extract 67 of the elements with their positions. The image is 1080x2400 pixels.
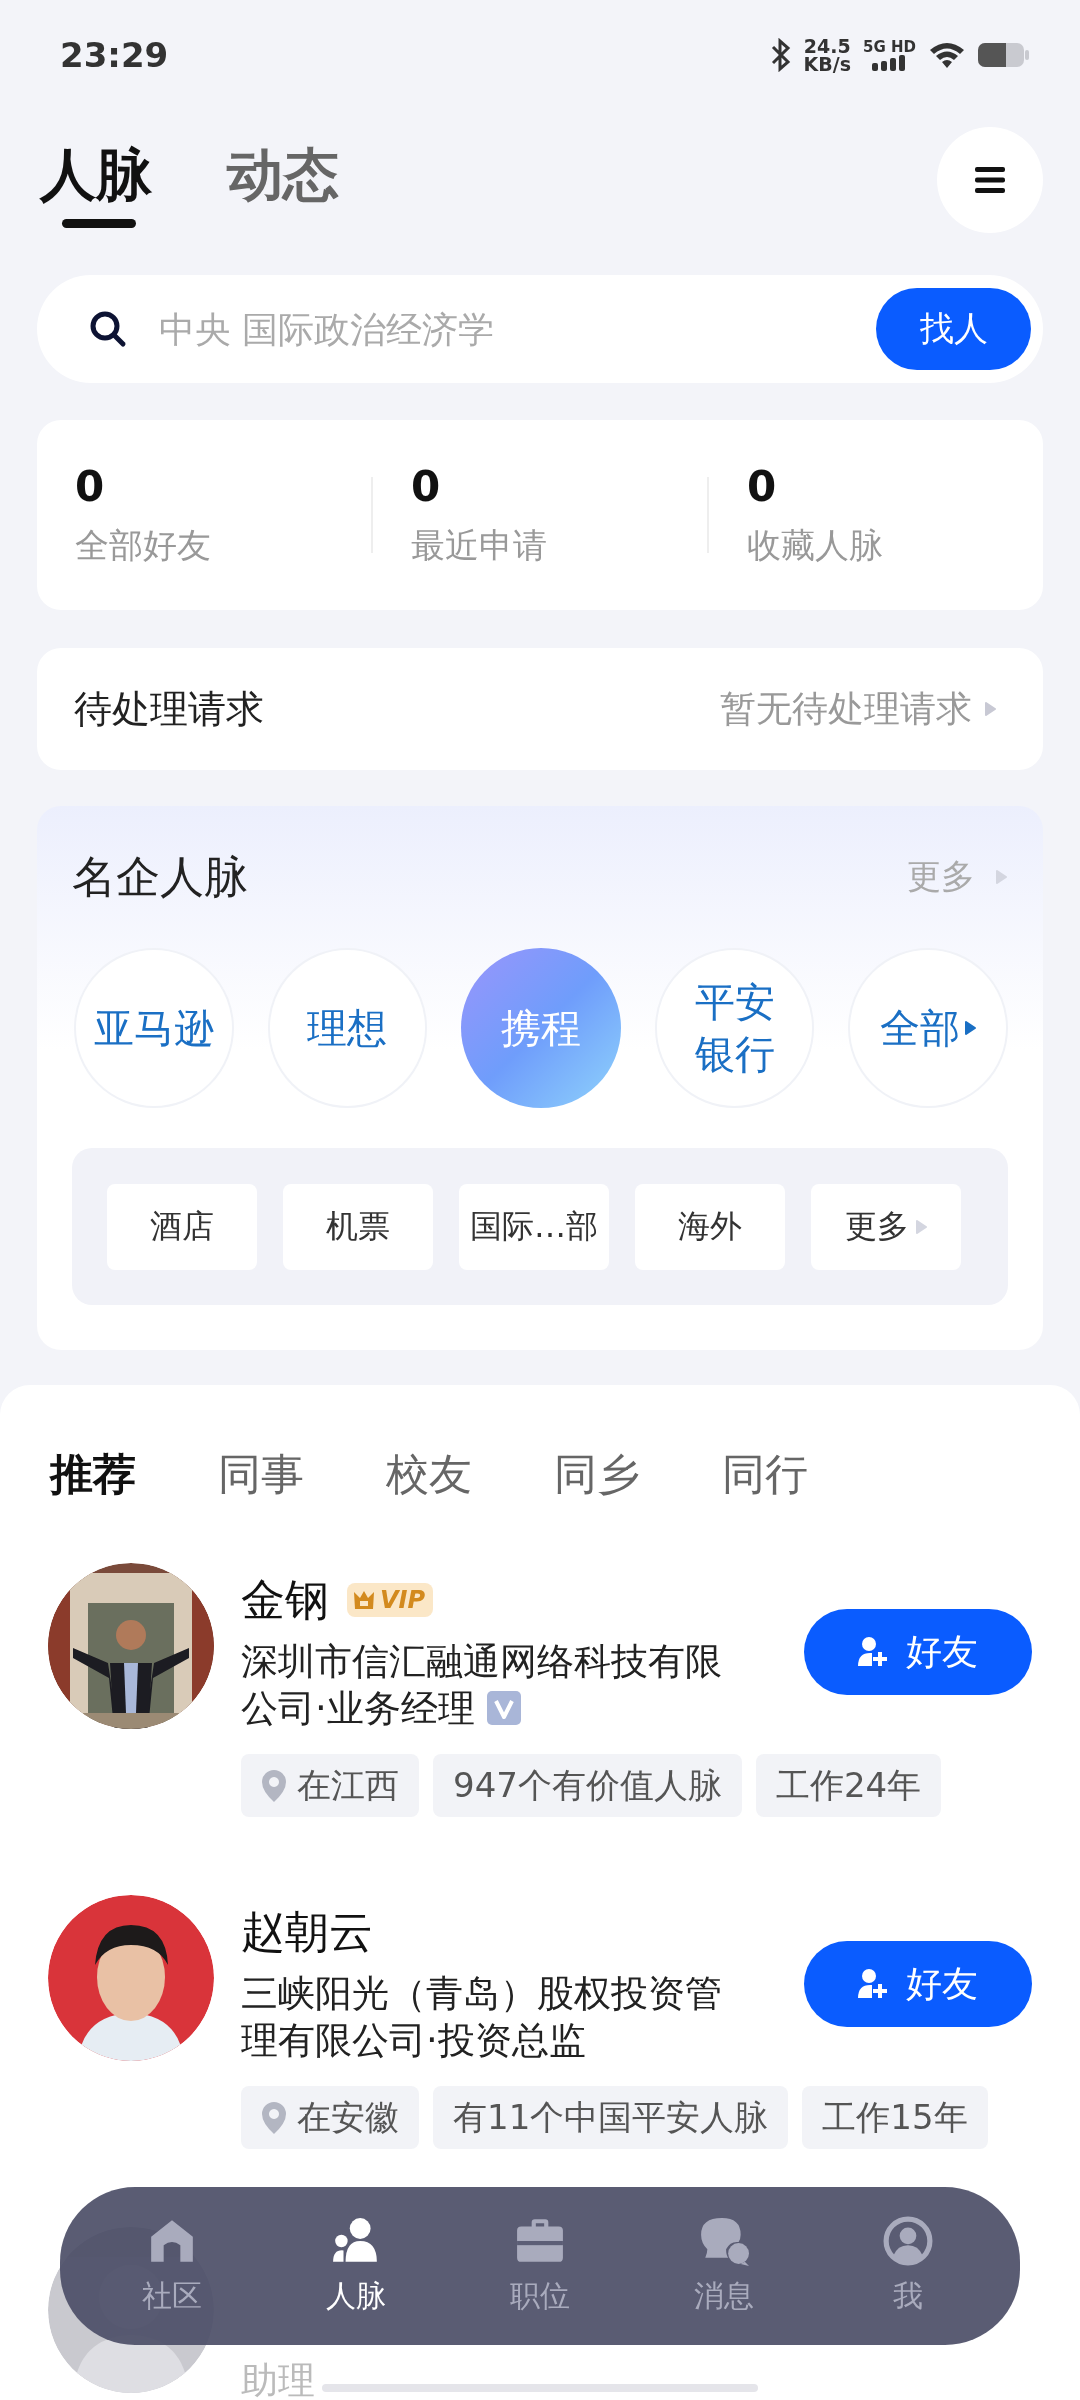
user-icon xyxy=(883,2215,933,2266)
company-title: 深圳市信汇融通网络科技有限公司·业务经理 xyxy=(241,1639,723,1732)
add-friend-button[interactable]: 好友 xyxy=(804,1941,1032,2027)
stat-value: 0 xyxy=(75,461,106,511)
company-chip[interactable]: 平安银行 xyxy=(654,948,815,1108)
more-categories-button[interactable]: 更多 xyxy=(811,1183,961,1270)
nav-tab[interactable]: 职位 xyxy=(475,2215,605,2317)
chat-icon xyxy=(699,2215,749,2266)
arrow-icon xyxy=(995,870,1008,884)
header-tab[interactable]: 人脉 xyxy=(40,140,152,232)
bluetooth-icon xyxy=(769,38,792,72)
info-tag: 在安徽 xyxy=(241,2086,419,2149)
stat-label: 全部好友 xyxy=(75,523,212,567)
arrow-icon xyxy=(963,1020,977,1036)
company-chip[interactable]: 携程 xyxy=(461,948,621,1108)
location-pin-icon xyxy=(261,1768,287,1803)
pending-status: 暂无待处理请求 xyxy=(720,686,972,731)
info-tag: 工作15年 xyxy=(802,2086,988,2149)
company-chip[interactable]: 亚马逊 xyxy=(74,948,234,1108)
network-speed: 24.5 xyxy=(803,37,851,55)
battery-icon xyxy=(978,41,1030,69)
company-title: 三峡阳光（青岛）股权投资管理有限公司·投资总监 xyxy=(241,1971,723,2064)
filter-tab[interactable]: 校友 xyxy=(386,1446,472,1504)
person-name: 金钢 xyxy=(241,1572,329,1627)
nav-tab[interactable]: 我 xyxy=(843,2215,973,2317)
info-tag: 在江西 xyxy=(241,1754,419,1817)
nav-tab[interactable]: 人脉 xyxy=(291,2215,421,2317)
company-title: 助理 xyxy=(241,2362,315,2400)
category-tag[interactable]: 国际…部 xyxy=(459,1183,609,1270)
stat-value: 0 xyxy=(747,461,778,511)
header-tab[interactable]: 动态 xyxy=(227,140,339,232)
info-tag: 工作24年 xyxy=(755,1754,942,1817)
stat-label: 收藏人脉 xyxy=(747,523,884,567)
category-tag[interactable]: 机票 xyxy=(283,1183,433,1270)
all-companies-button[interactable]: 全部 xyxy=(848,948,1009,1108)
filter-tab[interactable]: 同事 xyxy=(218,1446,304,1504)
category-tag[interactable]: 酒店 xyxy=(107,1183,257,1270)
info-tag: 947个有价值人脉 xyxy=(433,1754,742,1817)
add-friend-button[interactable]: 好友 xyxy=(804,1609,1032,1695)
filter-tab[interactable]: 同行 xyxy=(722,1446,808,1504)
vip-badge: VIP xyxy=(347,1583,434,1617)
signal-icon xyxy=(871,55,908,71)
search-icon xyxy=(89,310,127,348)
arrow-icon xyxy=(914,1219,928,1234)
pending-title: 待处理请求 xyxy=(74,685,265,733)
section-title: 名企人脉 xyxy=(72,849,249,904)
stat-label: 最近申请 xyxy=(411,523,548,567)
arrow-icon xyxy=(984,702,997,716)
add-user-icon xyxy=(858,1636,888,1668)
clock-time: 23:29 xyxy=(60,35,170,75)
location-pin-icon xyxy=(261,2100,287,2135)
info-tag: 有11个中国平安人脉 xyxy=(433,2086,789,2149)
filter-tab[interactable]: 同乡 xyxy=(554,1446,640,1504)
nav-tab[interactable]: 社区 xyxy=(107,2215,237,2317)
stat-value: 0 xyxy=(411,461,442,511)
speed-unit: KB/s xyxy=(803,55,851,73)
add-user-icon xyxy=(858,1968,888,2000)
company-chip[interactable]: 理想 xyxy=(267,948,428,1108)
network-type: 5G HD xyxy=(863,39,916,55)
search-field[interactable]: 中央 国际政治经济学 找人 xyxy=(37,275,1043,383)
menu-icon xyxy=(975,167,1005,193)
person-name: 赵朝云 xyxy=(241,1904,373,1959)
find-people-button[interactable]: 找人 xyxy=(876,288,1031,370)
category-tag[interactable]: 海外 xyxy=(635,1183,785,1270)
filter-tab[interactable]: 推荐 xyxy=(50,1446,136,1504)
wifi-icon xyxy=(928,40,966,70)
nav-tab[interactable]: 消息 xyxy=(659,2215,789,2317)
